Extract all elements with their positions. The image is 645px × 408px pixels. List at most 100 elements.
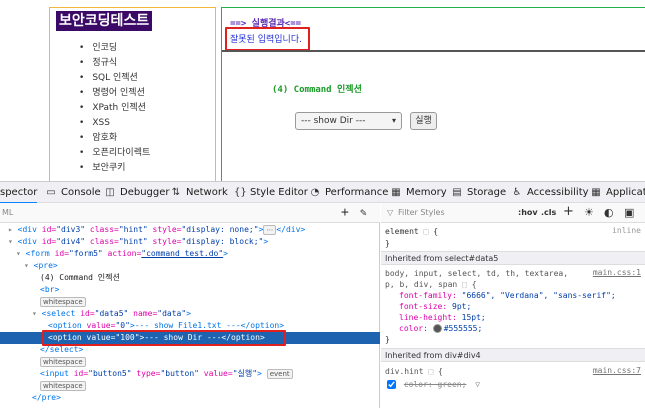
collapse-arrow-icon[interactable]: ▾: [32, 309, 37, 318]
declaration-checkbox[interactable]: [387, 380, 396, 389]
add-rule-icon[interactable]: +: [563, 204, 574, 219]
attr-name: id=: [41, 225, 57, 234]
collapsed-ellipsis-badge[interactable]: ⋯: [263, 225, 277, 235]
selector-line-2[interactable]: p, b, div, span ⬚ {: [385, 279, 477, 290]
tree-row-div4[interactable]: ▾ <div id="div4" class="hint" style="dis…: [0, 236, 380, 248]
cls-toggle[interactable]: .cls: [541, 208, 556, 217]
source-link-main-css-7[interactable]: main.css:7: [593, 366, 641, 375]
tree-row-pre-close[interactable]: </pre>: [0, 392, 380, 404]
nav-item-encoding[interactable]: 인코딩: [79, 41, 150, 56]
expand-arrow-icon[interactable]: ▸: [8, 225, 13, 234]
selector: p, b, div, span: [385, 280, 458, 289]
tree-row-whitespace[interactable]: whitespace: [0, 296, 380, 308]
tree-row-text[interactable]: (4) Command 인젝션: [0, 272, 380, 284]
tree-row-whitespace-2[interactable]: whitespace: [0, 356, 380, 368]
element-rule-icon: ⬚: [423, 227, 429, 236]
decl-color[interactable]: color: #555555;: [399, 323, 482, 334]
tag: <div: [17, 225, 42, 234]
nav-item-regex[interactable]: 정규식: [79, 56, 150, 71]
storage-icon: ▤: [452, 187, 462, 198]
overridden-declaration: color: green;: [403, 380, 467, 389]
tree-row-select-close[interactable]: </select>: [0, 344, 380, 356]
prop-name: line-height:: [399, 313, 457, 322]
nav-item-secure-cookie[interactable]: 보안쿠키: [79, 161, 150, 176]
event-badge[interactable]: event: [266, 369, 293, 379]
markup-search-label[interactable]: ML: [2, 208, 13, 217]
style-editor-icon: {}: [234, 187, 247, 198]
collapse-arrow-icon[interactable]: ▾: [24, 261, 29, 270]
tag: >: [223, 249, 228, 258]
nav-item-sql-injection[interactable]: SQL 인젝션: [79, 71, 150, 86]
decl-line-height[interactable]: line-height: 15pt;: [399, 312, 486, 323]
attr-value: "button": [160, 369, 199, 378]
attr-name: style=: [147, 225, 182, 234]
tree-row-pre[interactable]: ▾ <pre>: [0, 260, 380, 272]
nav-item-xss[interactable]: XSS: [79, 116, 150, 131]
light-theme-icon[interactable]: ☀: [584, 206, 594, 219]
tab-inspector[interactable]: spector: [0, 182, 38, 204]
markup-panel: ML + ✎ ▸ <div id="div3" class="hint" sty…: [0, 203, 380, 408]
tab-style-editor-label: Style Editor: [250, 187, 308, 198]
tab-accessibility-label: Accessibility: [527, 187, 589, 198]
decl-color-overridden[interactable]: color: green; ▽: [387, 379, 480, 390]
add-node-icon[interactable]: +: [341, 205, 349, 220]
attr-name: action=: [102, 249, 142, 258]
site-title[interactable]: 보안코딩테스트: [56, 11, 153, 31]
tag: >--- show File1.txt ---</option>: [129, 321, 285, 330]
command-select-value: --- show Dir ---: [301, 116, 366, 126]
nav-item-crypto[interactable]: 암호화: [79, 131, 150, 146]
tab-network[interactable]: ⇅ Network: [170, 182, 228, 204]
tree-row-form5[interactable]: ▾ <form id="form5" action="command_test.…: [0, 248, 380, 260]
tab-application[interactable]: ▦ Applicatio: [590, 182, 645, 204]
tab-network-label: Network: [186, 187, 228, 198]
source-link-main-css-1[interactable]: main.css:1: [593, 268, 641, 277]
tab-console[interactable]: ▭ Console: [45, 182, 100, 204]
collapse-arrow-icon[interactable]: ▾: [8, 237, 13, 246]
hov-toggle[interactable]: :hov: [518, 208, 538, 217]
filter-icon: ▽: [387, 208, 394, 217]
tree-row-whitespace-3[interactable]: whitespace: [0, 380, 380, 392]
filter-styles-input[interactable]: Filter Styles: [398, 208, 445, 217]
tab-style-editor[interactable]: {} Style Editor: [234, 182, 308, 204]
tree-row-input[interactable]: <input id="button5" type="button" value=…: [0, 368, 380, 380]
attr-value: "display: none;": [181, 225, 259, 234]
color-swatch[interactable]: [432, 324, 442, 333]
tab-debugger[interactable]: ◫ Debugger: [104, 182, 169, 204]
selector: element: [385, 227, 419, 236]
tab-accessibility[interactable]: ♿ Accessibility: [511, 182, 589, 204]
element-rule[interactable]: element ⬚ {: [385, 226, 438, 237]
attr-name: type=: [131, 369, 161, 378]
selector-line-1[interactable]: body, input, select, td, th, textarea,: [385, 268, 568, 279]
attr-link[interactable]: "command_test.do": [141, 249, 223, 258]
tab-memory[interactable]: ▦ Memory: [390, 182, 446, 204]
application-icon: ▦: [591, 187, 601, 198]
run-button[interactable]: 실행: [410, 112, 437, 130]
nav-item-xpath-injection[interactable]: XPath 인젝션: [79, 101, 150, 116]
attr-name: class=: [85, 225, 119, 234]
decl-font-size[interactable]: font-size: 9pt;: [399, 301, 471, 312]
nav-item-command-injection[interactable]: 명령어 인젝션: [79, 86, 150, 101]
command-select[interactable]: --- show Dir --- ▾: [295, 112, 402, 130]
tag: </select>: [40, 345, 84, 354]
dark-theme-icon[interactable]: ◐: [604, 206, 614, 219]
tree-row-div3[interactable]: ▸ <div id="div3" class="hint" style="dis…: [0, 224, 380, 236]
tree-row-br[interactable]: <br>: [0, 284, 380, 296]
attr-name: class=: [85, 237, 119, 246]
tree-row-select[interactable]: ▾ <select id="data5" name="data">: [0, 308, 380, 320]
attr-value: "hint": [118, 237, 148, 246]
attr-name: id=: [73, 369, 89, 378]
tab-storage[interactable]: ▤ Storage: [451, 182, 506, 204]
page-viewport: 보안코딩테스트 인코딩 정규식 SQL 인젝션 명령어 인젝션 XPath 인젝…: [0, 0, 645, 181]
nav-item-open-redirect[interactable]: 오픈리다이렉트: [79, 146, 150, 161]
decl-font-family[interactable]: font-family: "6666", "Verdana", "sans-se…: [399, 290, 616, 301]
filter-icon[interactable]: ▽: [475, 380, 480, 389]
tag: >: [263, 237, 269, 246]
selector-div-hint[interactable]: div.hint ⬚ {: [385, 366, 443, 377]
eyedropper-icon[interactable]: ✎: [360, 206, 367, 219]
attr-value: "form5": [69, 249, 103, 258]
print-media-icon[interactable]: ▣: [624, 206, 634, 219]
tab-application-label: Applicatio: [606, 187, 645, 198]
rule-icon: ⬚: [462, 280, 467, 289]
tab-performance[interactable]: ◔ Performance: [309, 182, 389, 204]
collapse-arrow-icon[interactable]: ▾: [16, 249, 21, 258]
